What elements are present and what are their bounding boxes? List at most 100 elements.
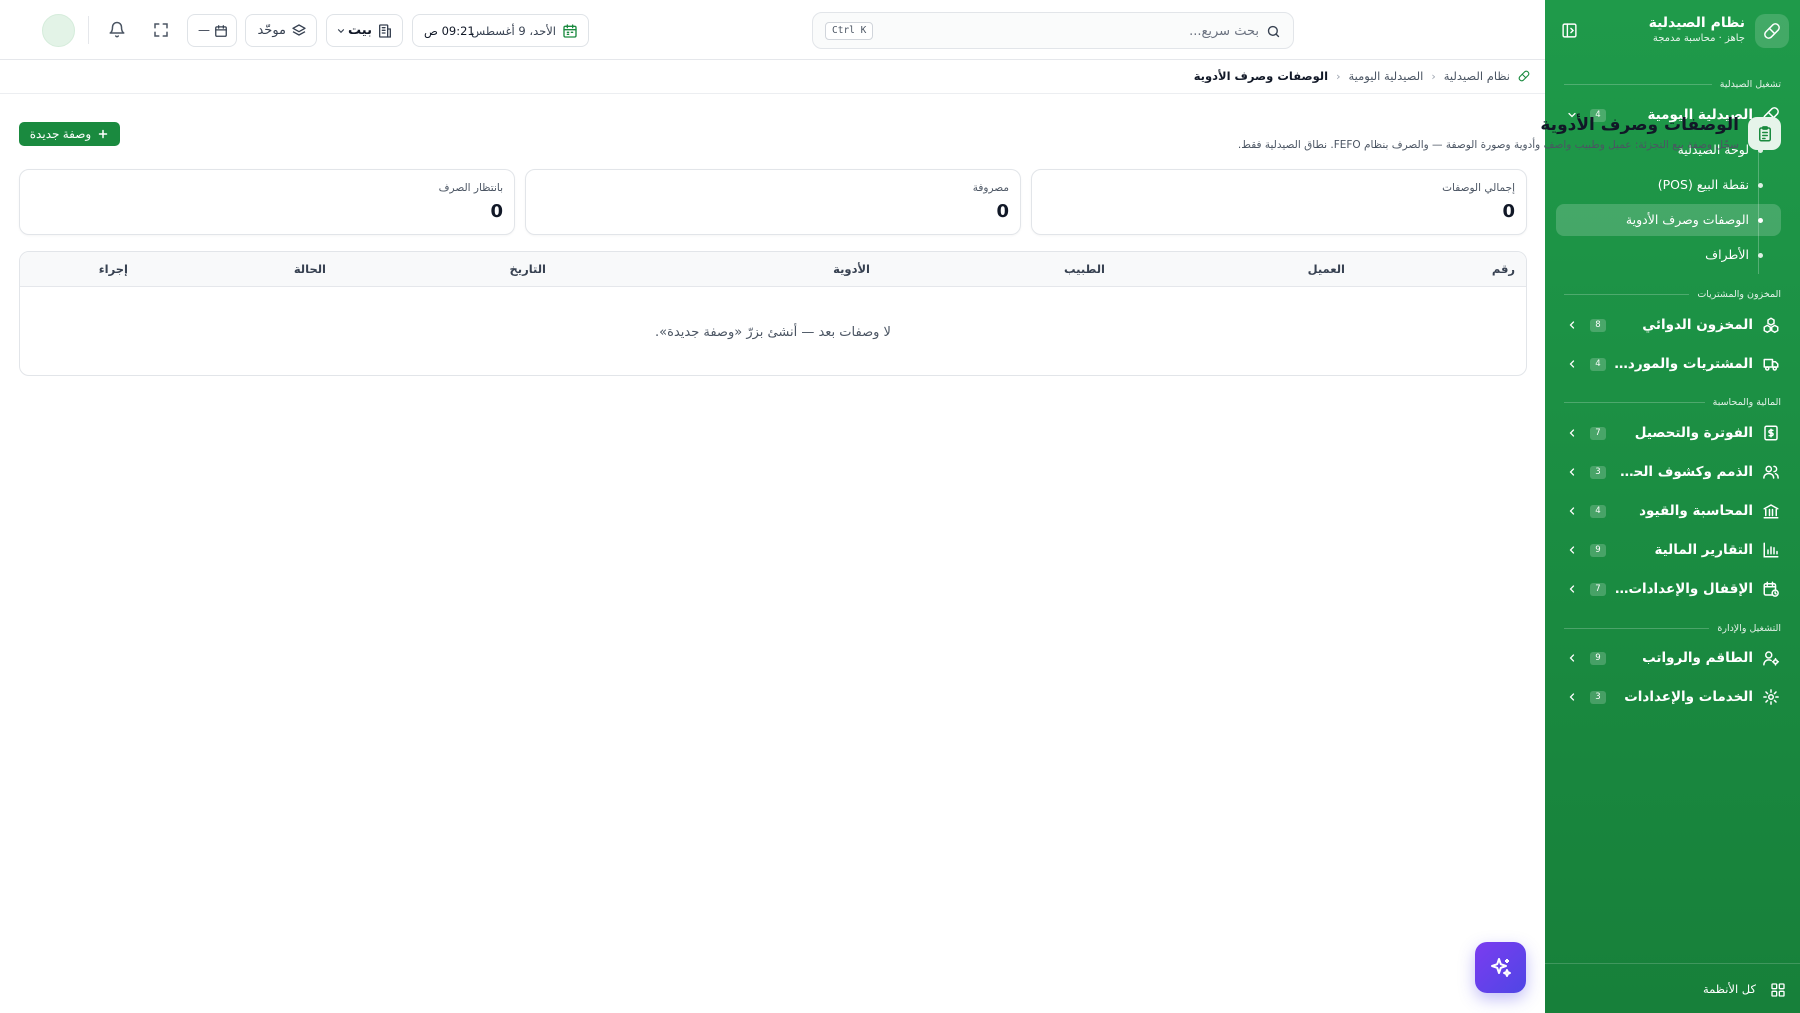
sidebar-item-staff-payroll[interactable]: الطاقم والرواتب 9 xyxy=(1556,641,1789,675)
sub-item-label: الوصفات وصرف الأدوية xyxy=(1625,212,1749,227)
sidebar-item-purchases-suppliers[interactable]: المشتريات والموردون 4 xyxy=(1556,347,1789,381)
brand[interactable]: نظام الصيدلية جاهز · محاسبة مدمجة xyxy=(1556,14,1789,48)
truck-icon xyxy=(1762,355,1780,373)
sub-menu-daily-pharmacy: لوحة الصيدلية نقطة البيع (POS) الوصفات و… xyxy=(1556,134,1781,274)
count-badge: 7 xyxy=(1590,427,1606,440)
brand-subtitle: جاهز · محاسبة مدمجة xyxy=(1652,33,1745,44)
sidebar-item-financial-reports[interactable]: التقارير المالية 9 xyxy=(1556,533,1789,567)
boxes-icon xyxy=(1762,316,1780,334)
column-header-number[interactable]: رقم xyxy=(1492,262,1515,276)
sub-item-label: الأطراف xyxy=(1705,247,1749,262)
sidebar-item-services-settings[interactable]: الخدمات والإعدادات 3 xyxy=(1556,680,1789,714)
shortcut-hint: Ctrl K xyxy=(825,22,874,40)
fullscreen-icon[interactable] xyxy=(149,18,173,42)
chevron-left-icon xyxy=(1566,583,1578,595)
sidebar-item-label: المحاسبة والقيود xyxy=(1639,503,1753,519)
branch-label: بيت xyxy=(348,23,372,38)
current-time: 09:21 ص xyxy=(424,24,475,38)
new-prescription-button[interactable]: وصفة جديدة xyxy=(19,122,120,146)
stat-value: 0 xyxy=(490,201,503,222)
chevron-left-icon xyxy=(1566,691,1578,703)
column-header-customer[interactable]: العميل xyxy=(1308,262,1345,276)
page-title: الوصفات وصرف الأدوية xyxy=(1540,115,1739,135)
bell-icon[interactable] xyxy=(105,18,129,42)
bank-icon xyxy=(1762,502,1780,520)
chevron-left-icon: ‹ xyxy=(1431,69,1436,83)
ai-assistant-button[interactable] xyxy=(1475,942,1526,993)
all-systems-label: كل الأنظمة xyxy=(1702,982,1756,996)
column-header-date[interactable]: التاريخ xyxy=(510,262,547,276)
sidebar-item-label: الفوترة والتحصيل xyxy=(1634,425,1753,441)
page-header: الوصفات وصرف الأدوية سجّل وصفة بيع التجز… xyxy=(271,115,1781,155)
breadcrumb-current: الوصفات وصرف الأدوية xyxy=(1193,69,1329,83)
stats-row: إجمالي الوصفات 0 مصروفة 0 بانتظار الصرف … xyxy=(19,169,1527,235)
section-inventory-label: المخزون والمشتريات xyxy=(1697,289,1781,300)
bullet-dot xyxy=(1758,218,1763,223)
prescriptions-table: رقم العميل الطبيب الأدوية التاريخ الحالة… xyxy=(19,251,1527,376)
sidebar-item-closing-settings[interactable]: الإقفال والإعدادات الم... 7 xyxy=(1556,572,1789,606)
sidebar-item-label: المخزون الدوائي xyxy=(1642,317,1753,333)
sidebar-item-accounting-entries[interactable]: المحاسبة والقيود 4 xyxy=(1556,494,1789,528)
sidebar-collapse-icon[interactable] xyxy=(1559,20,1579,40)
count-badge: 4 xyxy=(1590,505,1606,518)
stat-card-pending: بانتظار الصرف 0 xyxy=(19,169,515,235)
empty-state-row: لا وصفات بعد — أنشئ بزرّ «وصفة جديدة». xyxy=(20,287,1526,375)
toolbar-divider xyxy=(88,16,89,44)
breadcrumb-parent[interactable]: الصيدلية اليومية xyxy=(1348,69,1423,83)
breadcrumb-root[interactable]: نظام الصيدلية xyxy=(1444,69,1510,83)
sidebar-item-label: الطاقم والرواتب xyxy=(1642,650,1753,666)
sidebar-item-label: الذمم وكشوف الحساب xyxy=(1613,464,1753,480)
column-header-status[interactable]: الحالة xyxy=(294,262,326,276)
sub-item-prescriptions[interactable]: الوصفات وصرف الأدوية xyxy=(1556,204,1781,236)
count-badge: 8 xyxy=(1590,319,1606,332)
section-operations-label: التشغيل والإدارة xyxy=(1717,623,1781,634)
sidebar-item-label: التقارير المالية xyxy=(1654,542,1753,558)
count-badge: 3 xyxy=(1590,466,1606,479)
gear-icon xyxy=(1762,688,1780,706)
chevron-left-icon xyxy=(1566,466,1578,478)
section-inventory-purchases: المخزون والمشتريات xyxy=(1564,289,1781,300)
grid-icon xyxy=(1770,982,1786,998)
breadcrumb-bar: نظام الصيدلية ‹ الصيدلية اليومية ‹ الوصف… xyxy=(0,60,1545,94)
layers-icon xyxy=(291,23,307,39)
chevron-left-icon xyxy=(1566,358,1578,370)
sidebar-item-receivables-statements[interactable]: الذمم وكشوف الحساب 3 xyxy=(1556,455,1789,489)
column-header-medicines[interactable]: الأدوية xyxy=(833,262,870,276)
sub-item-pos[interactable]: نقطة البيع (POS) xyxy=(1576,169,1781,201)
unified-view-toggle[interactable]: موحّد xyxy=(245,14,317,47)
all-systems-link[interactable]: كل الأنظمة xyxy=(1545,963,1800,1013)
sidebar-item-drug-inventory[interactable]: المخزون الدوائي 8 xyxy=(1556,308,1789,342)
section-finance-label: المالية والمحاسبة xyxy=(1712,397,1781,408)
avatar[interactable] xyxy=(42,14,75,47)
chevron-left-icon xyxy=(1566,505,1578,517)
column-header-action: إجراء xyxy=(98,262,128,276)
chevron-left-icon xyxy=(1566,544,1578,556)
stat-card-dispensed: مصروفة 0 xyxy=(525,169,1021,235)
section-pharmacy-ops: تشغيل الصيدلية xyxy=(1564,79,1781,90)
sub-item-parties[interactable]: الأطراف xyxy=(1576,239,1781,271)
plus-icon xyxy=(97,128,109,140)
branch-selector[interactable]: بيت xyxy=(326,14,403,47)
calendar-small-icon xyxy=(214,24,228,38)
search-input[interactable] xyxy=(959,21,1259,41)
sparkles-icon xyxy=(1489,956,1513,980)
section-pharmacy-ops-label: تشغيل الصيدلية xyxy=(1719,79,1781,90)
stat-label: مصروفة xyxy=(972,182,1009,194)
stat-value: 0 xyxy=(996,201,1009,222)
quick-search[interactable]: Ctrl K xyxy=(812,12,1294,49)
page-description: سجّل وصفة بيع التجزئة: عميل وطبيب واصف و… xyxy=(1237,139,1739,151)
building-icon xyxy=(377,23,393,39)
period-selector[interactable]: — xyxy=(187,14,237,47)
current-date: الأحد، 9 أغسطس xyxy=(471,24,556,38)
brand-title: نظام الصيدلية xyxy=(1648,15,1745,31)
unified-label: موحّد xyxy=(257,23,286,38)
section-operations-admin: التشغيل والإدارة xyxy=(1564,623,1781,634)
sidebar-item-label: الخدمات والإعدادات xyxy=(1624,689,1753,705)
app-root: نظام الصيدلية جاهز · محاسبة مدمجة تشغيل … xyxy=(0,0,1800,1013)
table-header: رقم العميل الطبيب الأدوية التاريخ الحالة… xyxy=(20,252,1526,287)
bar-chart-icon xyxy=(1762,541,1780,559)
chevron-left-icon: ‹ xyxy=(1336,69,1341,83)
date-time-button[interactable]: الأحد، 9 أغسطس 09:21 ص xyxy=(412,14,589,47)
column-header-doctor[interactable]: الطبيب xyxy=(1064,262,1105,276)
sidebar-item-billing-collection[interactable]: الفوترة والتحصيل 7 xyxy=(1556,416,1789,450)
